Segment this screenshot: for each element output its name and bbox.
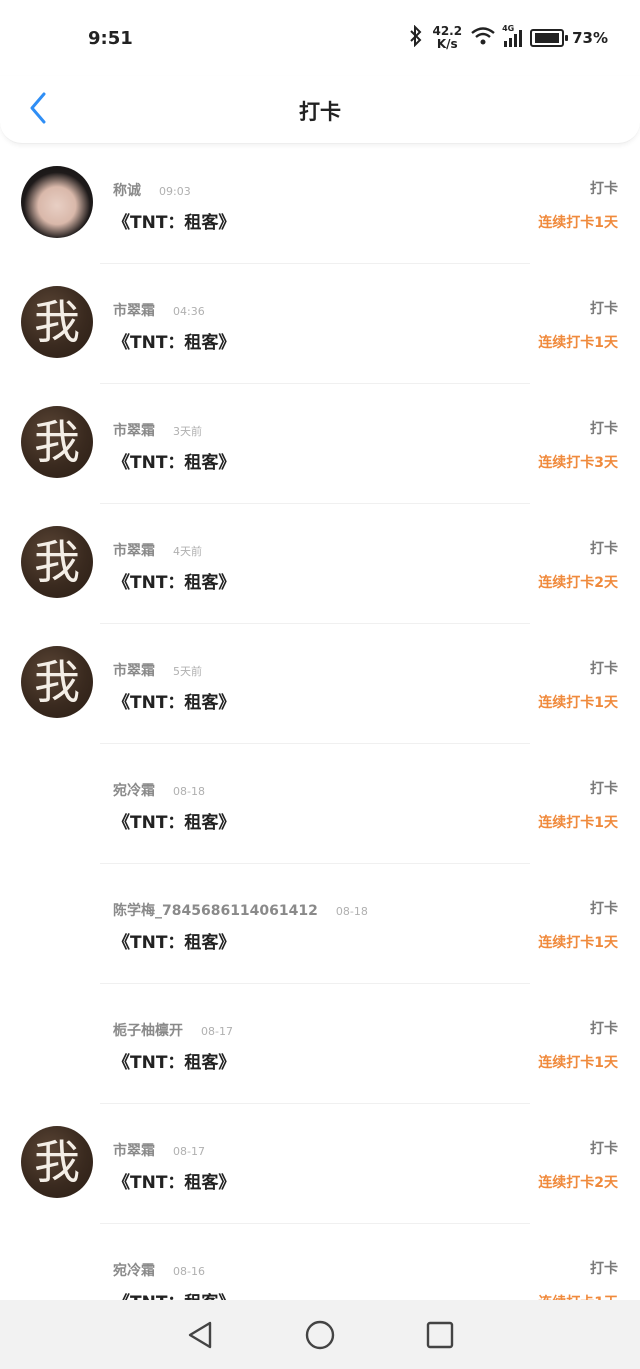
list-item[interactable]: 我 市翠霜 04:36 《TNT：租客》 打卡 连续打卡1天 bbox=[0, 264, 640, 384]
list-item[interactable]: 我 市翠霜 4天前 《TNT：租客》 打卡 连续打卡2天 bbox=[0, 504, 640, 624]
status-bar: 9:51 42.2 K/s 4G 73% bbox=[0, 0, 640, 76]
action-label: 打卡 bbox=[590, 661, 618, 677]
streak-label: 连续打卡1天 bbox=[538, 695, 618, 711]
book-title[interactable]: 《TNT：租客》 bbox=[113, 328, 235, 353]
action-label: 打卡 bbox=[590, 781, 618, 797]
streak-label: 连续打卡1天 bbox=[538, 335, 618, 351]
post-time: 08-18 bbox=[173, 785, 205, 798]
list-item[interactable]: 我 市翠霜 5天前 《TNT：租客》 打卡 连续打卡1天 bbox=[0, 624, 640, 744]
post-time: 08-17 bbox=[173, 1145, 205, 1158]
streak-label: 连续打卡1天 bbox=[538, 935, 618, 951]
streak-label: 连续打卡1天 bbox=[538, 215, 618, 231]
user-name[interactable]: 陈学梅_7845686114061412 bbox=[113, 900, 318, 920]
status-time: 9:51 bbox=[88, 28, 133, 49]
action-label: 打卡 bbox=[590, 1021, 618, 1037]
battery-percentage: 73% bbox=[572, 29, 608, 47]
book-title[interactable]: 《TNT：租客》 bbox=[113, 1168, 235, 1193]
nav-home-button[interactable] bbox=[300, 1315, 340, 1355]
square-recent-icon bbox=[426, 1321, 454, 1348]
streak-label: 连续打卡3天 bbox=[538, 455, 618, 471]
streak-label: 连续打卡1天 bbox=[538, 815, 618, 831]
action-label: 打卡 bbox=[590, 1141, 618, 1157]
action-label: 打卡 bbox=[590, 421, 618, 437]
action-label: 打卡 bbox=[590, 901, 618, 917]
action-label: 打卡 bbox=[590, 541, 618, 557]
streak-label: 连续打卡2天 bbox=[538, 1175, 618, 1191]
page-title: 打卡 bbox=[299, 100, 341, 124]
post-time: 04:36 bbox=[173, 305, 205, 318]
post-time: 08-16 bbox=[173, 1265, 205, 1278]
user-name[interactable]: 栀子柚檩开 bbox=[113, 1020, 183, 1040]
book-title[interactable]: 《TNT：租客》 bbox=[113, 928, 235, 953]
post-time: 09:03 bbox=[159, 185, 191, 198]
post-time: 08-18 bbox=[335, 905, 368, 918]
user-name[interactable]: 宛冷霜 bbox=[113, 1260, 155, 1280]
book-title[interactable]: 《TNT：租客》 bbox=[113, 448, 235, 473]
streak-label: 连续打卡1天 bbox=[538, 1292, 618, 1300]
avatar[interactable] bbox=[21, 166, 93, 238]
avatar[interactable]: 我 bbox=[21, 1126, 93, 1198]
list-item[interactable]: 宛冷霜 08-16 《TNT：租客》 打卡 连续打卡1天 bbox=[0, 1224, 640, 1300]
list-item[interactable]: 栀子柚檩开 08-17 《TNT：租客》 打卡 连续打卡1天 bbox=[0, 984, 640, 1104]
nav-back-button[interactable] bbox=[180, 1315, 220, 1355]
status-icons: 42.2 K/s 4G 73% bbox=[408, 22, 608, 54]
nav-recent-button[interactable] bbox=[420, 1315, 460, 1355]
circle-home-icon bbox=[305, 1320, 335, 1349]
book-title[interactable]: 《TNT：租客》 bbox=[113, 688, 235, 713]
book-title[interactable]: 《TNT：租客》 bbox=[113, 808, 235, 833]
user-name[interactable]: 宛冷霜 bbox=[113, 780, 155, 800]
user-name[interactable]: 市翠霜 bbox=[113, 540, 155, 560]
list-item[interactable]: 我 市翠霜 3天前 《TNT：租客》 打卡 连续打卡3天 bbox=[0, 384, 640, 504]
streak-label: 连续打卡2天 bbox=[538, 575, 618, 591]
post-time: 3天前 bbox=[173, 425, 202, 438]
wifi-icon bbox=[470, 26, 496, 50]
book-title[interactable]: 《TNT：租客》 bbox=[113, 1288, 235, 1300]
action-label: 打卡 bbox=[590, 301, 618, 317]
list-item[interactable]: 宛冷霜 08-18 《TNT：租客》 打卡 连续打卡1天 bbox=[0, 744, 640, 864]
streak-label: 连续打卡1天 bbox=[538, 1055, 618, 1071]
list-item[interactable]: 陈学梅_7845686114061412 08-18 《TNT：租客》 打卡 连… bbox=[0, 864, 640, 984]
app-header: 打卡 bbox=[0, 76, 640, 144]
action-label: 打卡 bbox=[590, 1261, 618, 1277]
system-nav-bar bbox=[0, 1300, 640, 1369]
avatar[interactable]: 我 bbox=[21, 526, 93, 598]
avatar[interactable]: 我 bbox=[21, 406, 93, 478]
user-name[interactable]: 市翠霜 bbox=[113, 660, 155, 680]
bluetooth-icon bbox=[408, 24, 424, 51]
action-label: 打卡 bbox=[590, 181, 618, 197]
triangle-back-icon bbox=[188, 1321, 212, 1348]
user-name[interactable]: 市翠霜 bbox=[113, 420, 155, 440]
post-time: 08-17 bbox=[201, 1025, 233, 1038]
list-item[interactable]: 我 市翠霜 08-17 《TNT：租客》 打卡 连续打卡2天 bbox=[0, 1104, 640, 1224]
list-item[interactable]: 称诚 09:03 《TNT：租客》 打卡 连续打卡1天 bbox=[0, 144, 640, 264]
network-speed: 42.2 K/s bbox=[432, 24, 463, 51]
battery-icon bbox=[530, 29, 569, 47]
cell-signal-icon: 4G bbox=[502, 24, 523, 47]
user-name[interactable]: 称诚 bbox=[113, 180, 141, 200]
book-title[interactable]: 《TNT：租客》 bbox=[113, 208, 235, 233]
user-name[interactable]: 市翠霜 bbox=[113, 1140, 155, 1160]
avatar[interactable]: 我 bbox=[21, 286, 93, 358]
book-title[interactable]: 《TNT：租客》 bbox=[113, 1048, 235, 1073]
book-title[interactable]: 《TNT：租客》 bbox=[113, 568, 235, 593]
post-time: 5天前 bbox=[173, 665, 202, 678]
user-name[interactable]: 市翠霜 bbox=[113, 300, 155, 320]
post-time: 4天前 bbox=[173, 545, 202, 558]
checkin-list[interactable]: 称诚 09:03 《TNT：租客》 打卡 连续打卡1天 我 市翠霜 04:36 … bbox=[0, 144, 640, 1300]
avatar[interactable]: 我 bbox=[21, 646, 93, 718]
